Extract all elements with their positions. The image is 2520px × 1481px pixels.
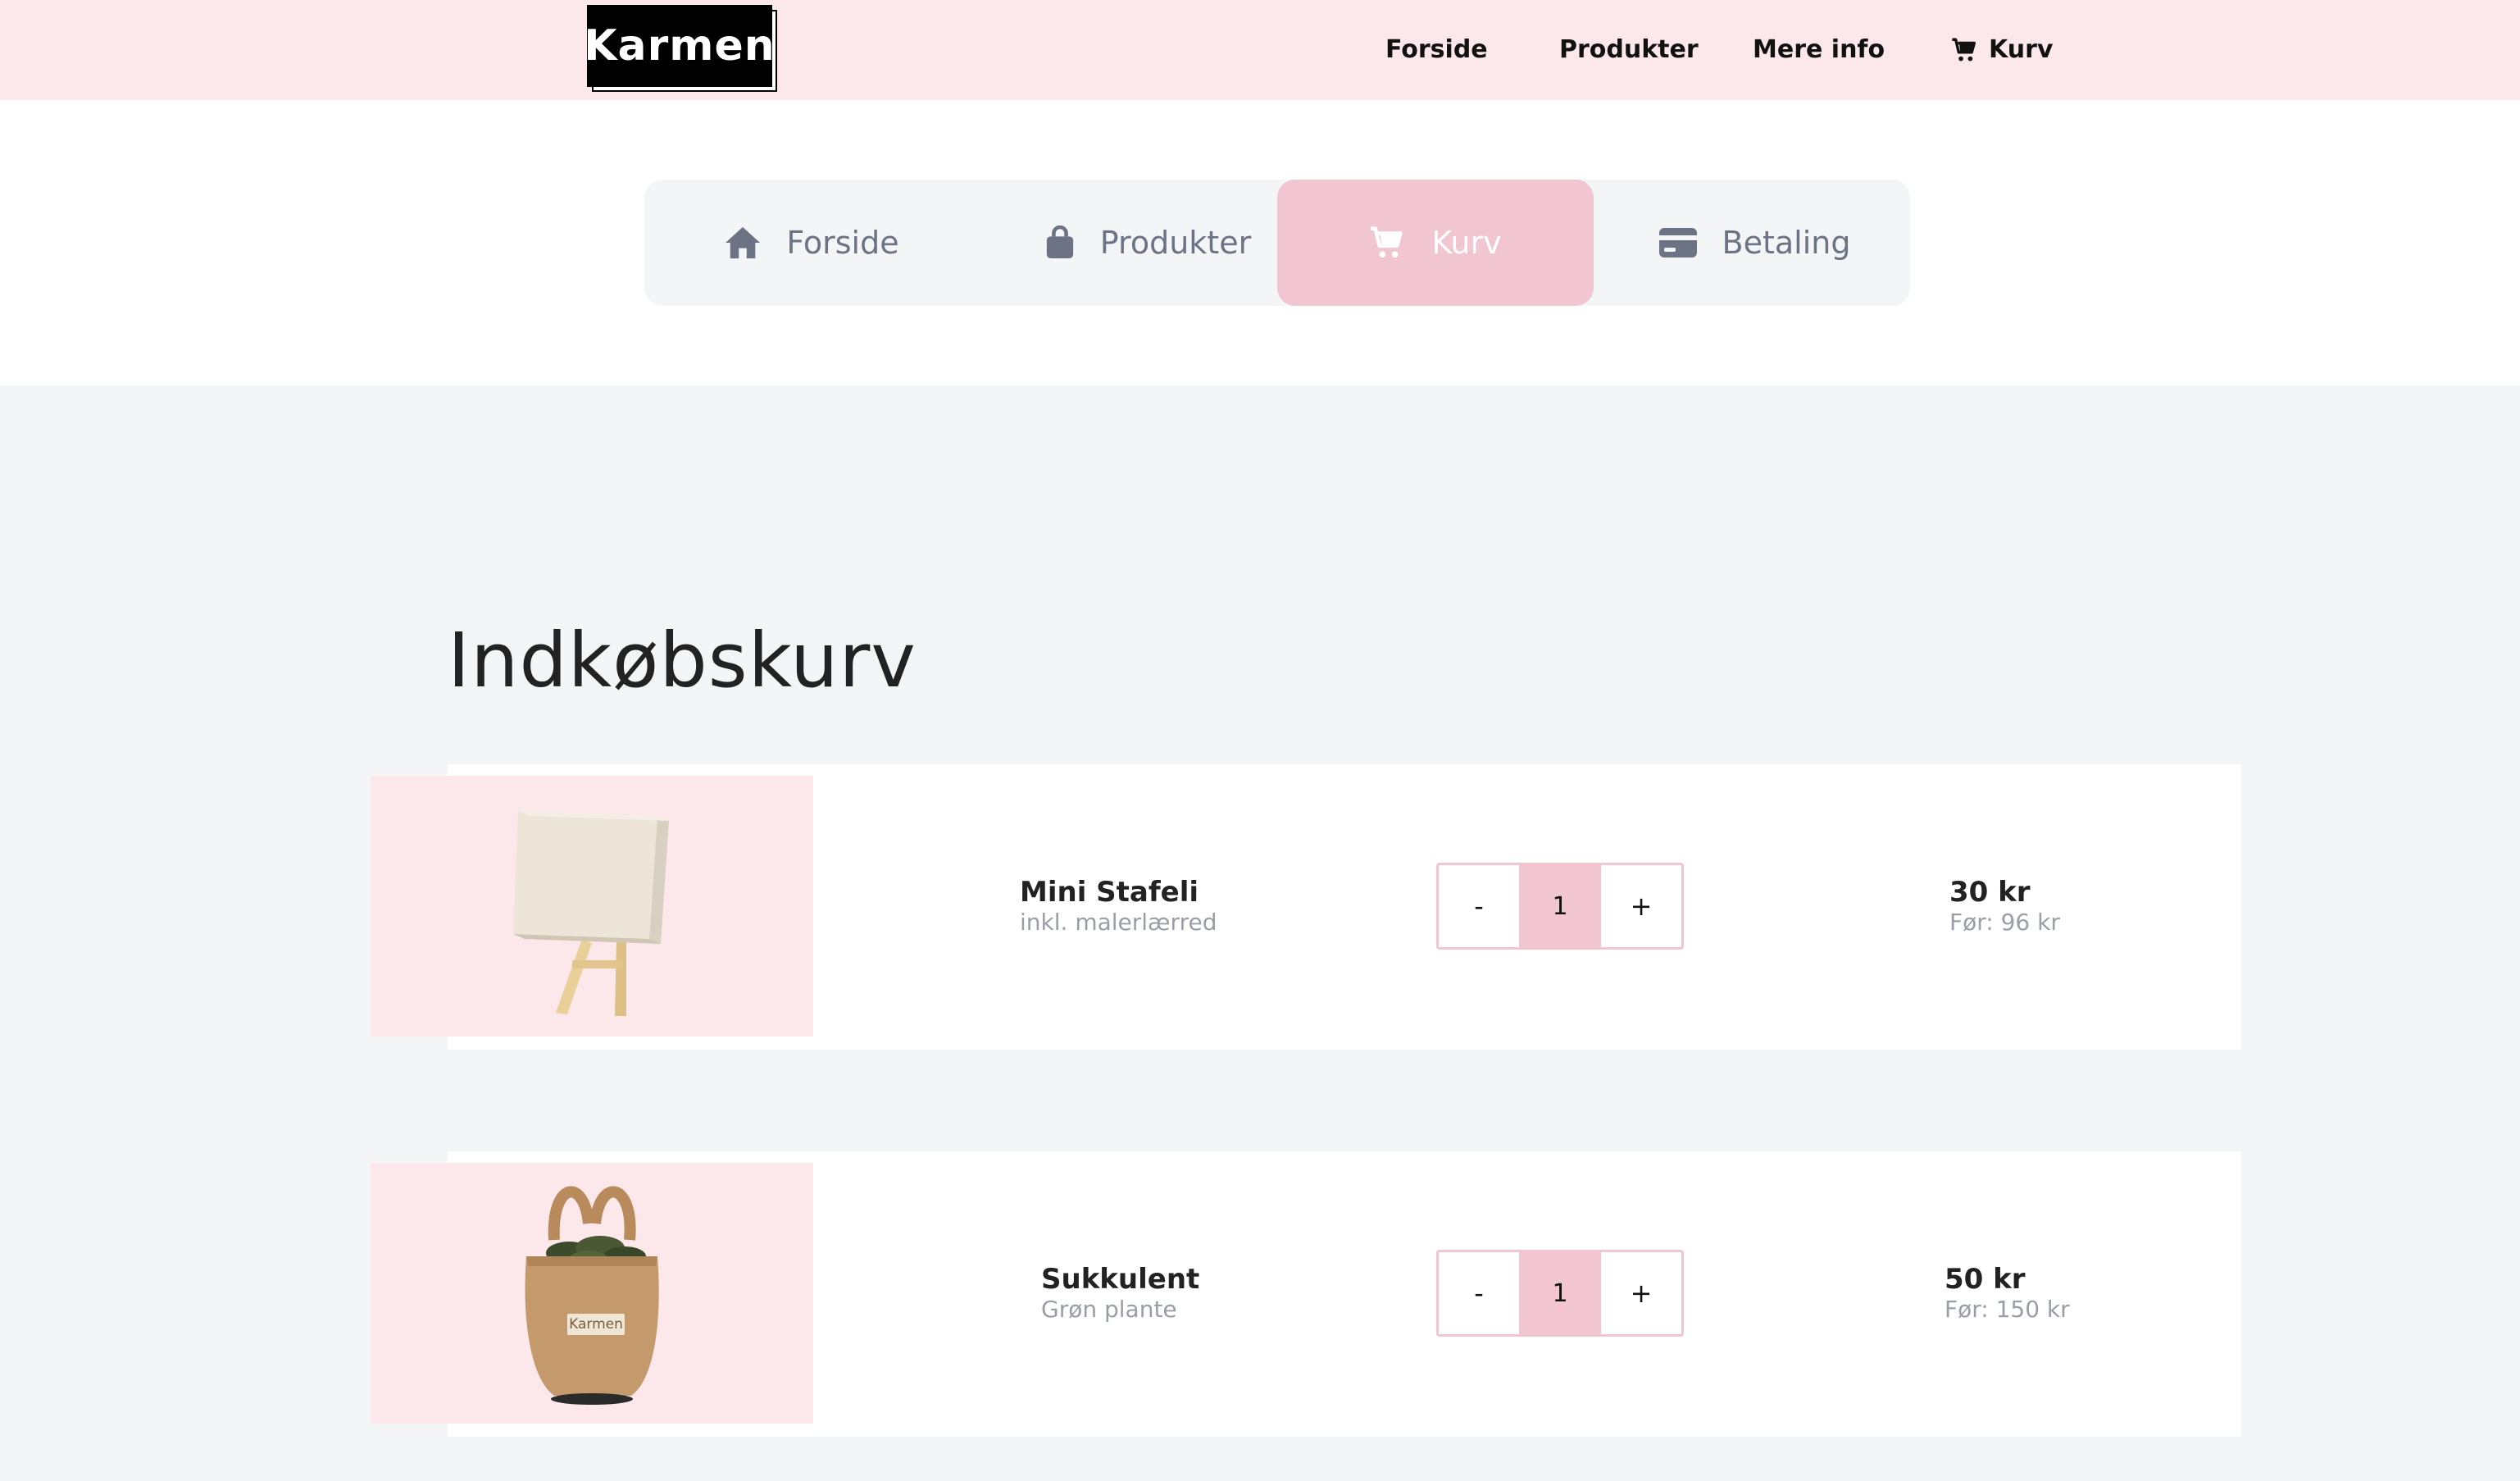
step-kurv-label: Kurv	[1431, 225, 1502, 261]
credit-card-icon	[1658, 228, 1697, 257]
nav-link-forside[interactable]: Forside	[1385, 30, 1488, 71]
quantity-value[interactable]: 1	[1519, 865, 1601, 947]
nav-link-mere-info[interactable]: Mere info	[1753, 30, 1885, 71]
product-price: 30 kr	[1949, 876, 2031, 909]
easel-canvas-image	[513, 811, 669, 1016]
quantity-value[interactable]: 1	[1519, 1252, 1601, 1334]
decrease-quantity-button[interactable]: -	[1439, 1252, 1519, 1334]
nav-link-kurv-label: Kurv	[1989, 35, 2054, 64]
product-image-mini-stafeli[interactable]	[371, 776, 813, 1037]
step-produkter[interactable]: Produkter	[992, 180, 1303, 306]
nav-link-produkter[interactable]: Produkter	[1559, 30, 1699, 71]
product-image-sukkulent[interactable]	[371, 1163, 813, 1424]
quantity-stepper: - 1 +	[1436, 863, 1684, 950]
cart-icon	[1371, 226, 1403, 258]
top-header: Karmen Forside Produkter Mere info Kurv	[0, 0, 2520, 100]
shopping-bag-icon	[1046, 226, 1073, 258]
step-betaling[interactable]: Betaling	[1640, 180, 1869, 306]
product-subtitle: inkl. malerlærred	[1020, 909, 1217, 936]
logo[interactable]: Karmen	[584, 5, 775, 87]
step-kurv[interactable]: Kurv	[1277, 180, 1594, 306]
product-name[interactable]: Mini Stafeli	[1020, 876, 1199, 909]
step-forside-label: Forside	[786, 225, 899, 261]
product-price: 50 kr	[1945, 1263, 2026, 1296]
product-name[interactable]: Sukkulent	[1041, 1263, 1199, 1296]
nav-link-kurv[interactable]: Kurv	[1951, 30, 2053, 71]
product-original-price: Før: 150 kr	[1945, 1296, 2070, 1323]
increase-quantity-button[interactable]: +	[1601, 865, 1681, 947]
step-produkter-label: Produkter	[1099, 225, 1252, 261]
plant-bag-image	[525, 1186, 659, 1405]
step-betaling-label: Betaling	[1722, 225, 1851, 261]
page-title: Indkøbskurv	[448, 617, 917, 704]
decrease-quantity-button[interactable]: -	[1439, 865, 1519, 947]
quantity-stepper: - 1 +	[1436, 1250, 1684, 1337]
cart-icon	[1952, 38, 1976, 62]
increase-quantity-button[interactable]: +	[1601, 1252, 1681, 1334]
bag-label-tag: Karmen	[567, 1314, 625, 1335]
home-icon	[726, 226, 761, 259]
product-subtitle: Grøn plante	[1041, 1296, 1177, 1323]
product-original-price: Før: 96 kr	[1949, 909, 2060, 936]
logo-text: Karmen	[584, 21, 776, 71]
step-forside[interactable]: Forside	[689, 180, 935, 306]
